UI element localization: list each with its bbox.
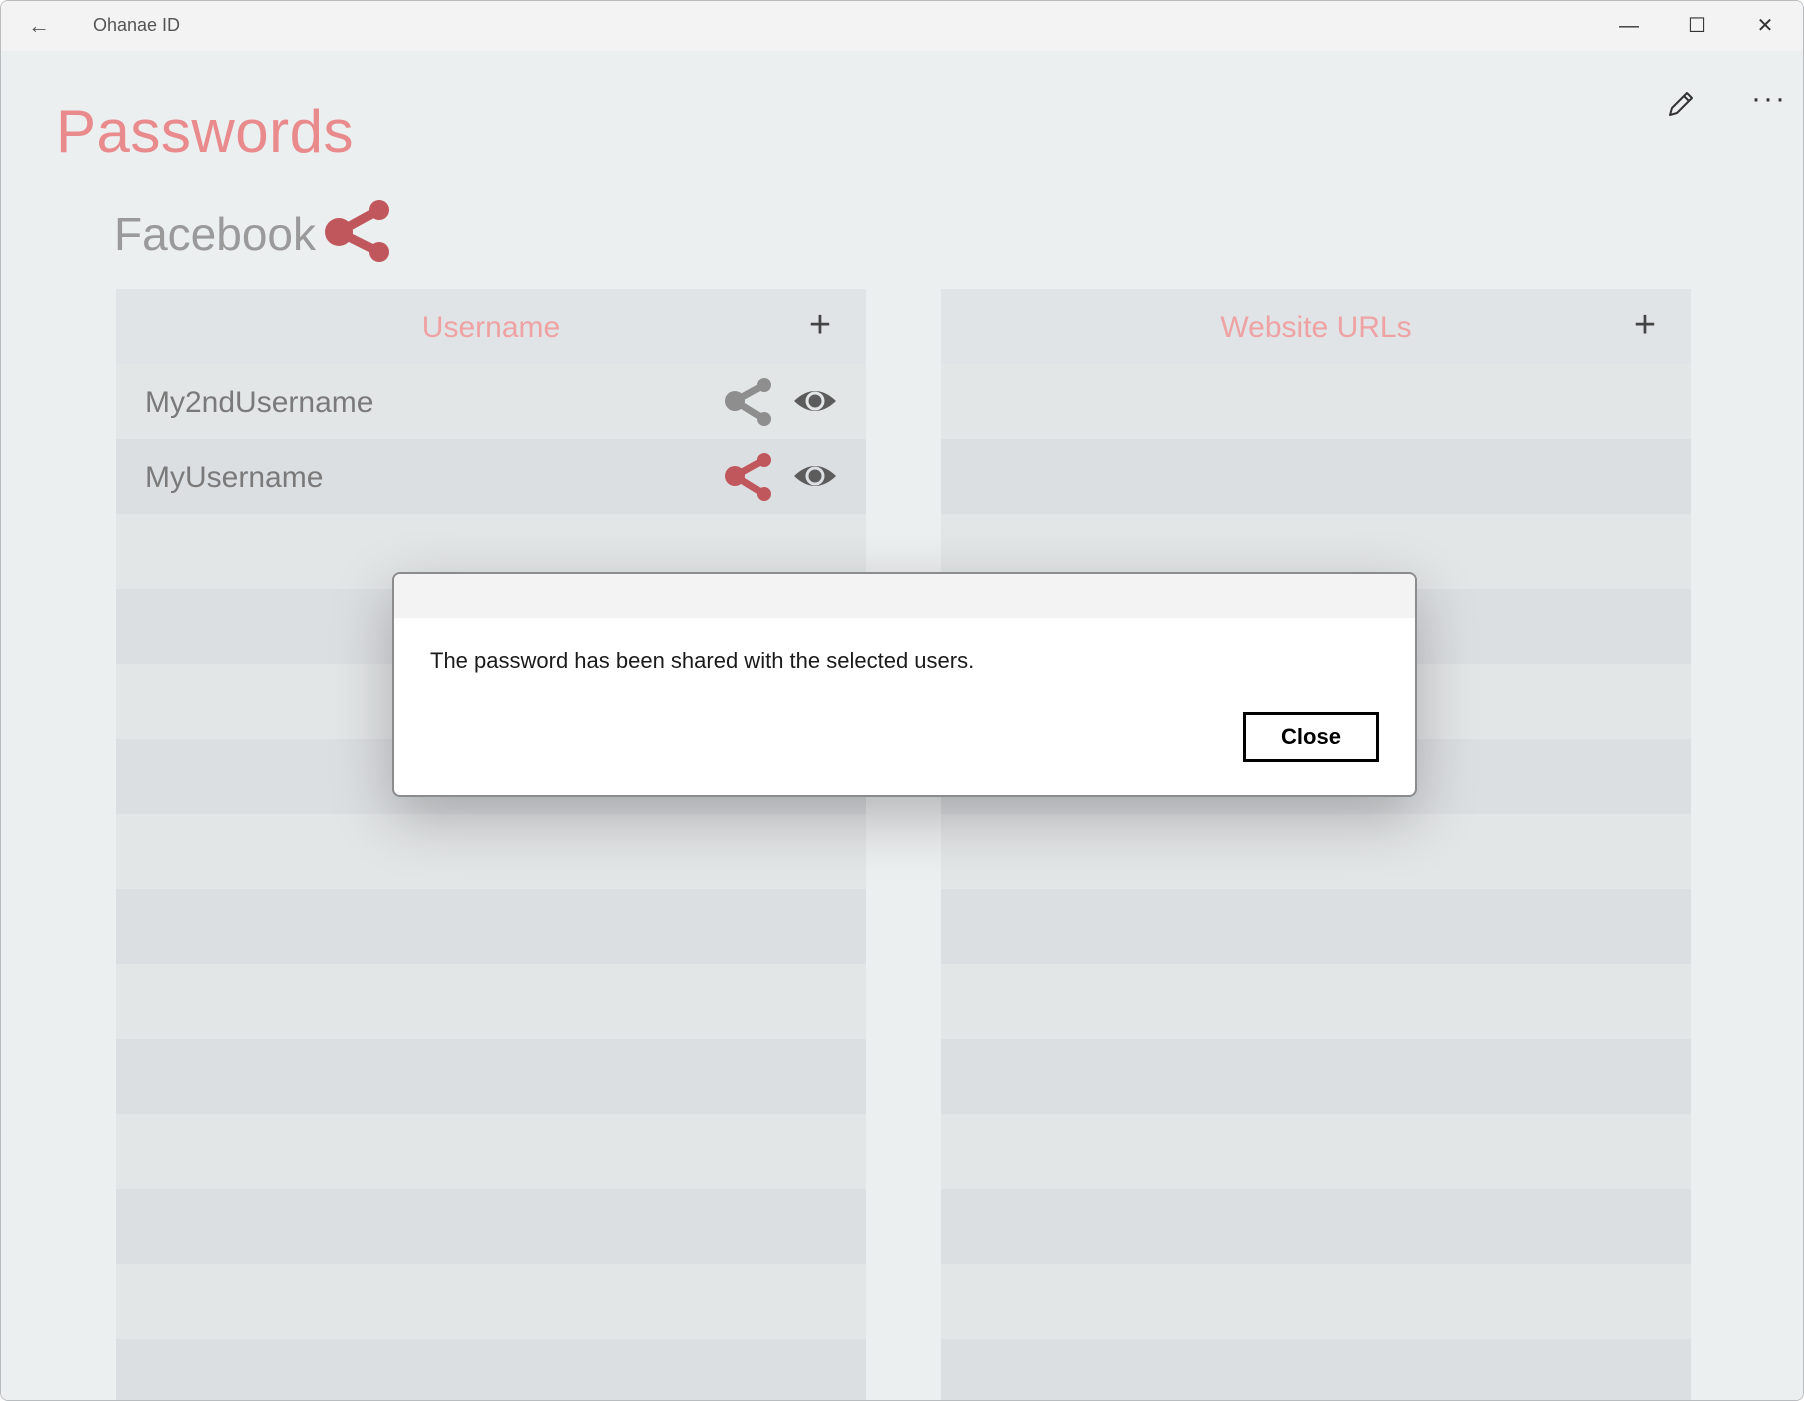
close-button[interactable]: Close xyxy=(1243,712,1379,762)
dialog-header xyxy=(394,574,1415,618)
dialog-overlay: The password has been shared with the se… xyxy=(1,1,1803,1400)
app-window: ← Ohanae ID — ☐ ✕ Passwords ··· Facebook xyxy=(0,0,1804,1401)
dialog-message: The password has been shared with the se… xyxy=(430,648,975,673)
message-dialog: The password has been shared with the se… xyxy=(392,572,1417,797)
